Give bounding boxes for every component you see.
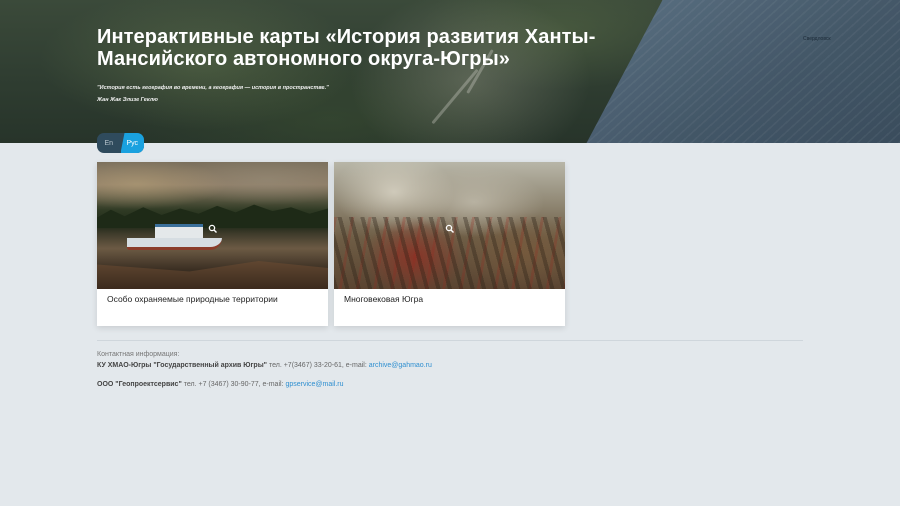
language-switch: En Рус bbox=[97, 133, 144, 153]
card-title[interactable]: Многовековая Югра bbox=[344, 294, 423, 304]
sky-decoration bbox=[97, 162, 328, 210]
card-image-lake[interactable] bbox=[97, 162, 328, 289]
map-overlay bbox=[566, 0, 900, 143]
epigraph-quote: "История есть география во времени, а ге… bbox=[97, 85, 329, 91]
email-link[interactable]: gpservice@mail.ru bbox=[285, 381, 343, 388]
magnifier-icon[interactable] bbox=[208, 221, 218, 233]
contact-org: КУ ХМАО-Югры "Государственный архив Югры… bbox=[97, 362, 267, 369]
contact-archive: КУ ХМАО-Югры "Государственный архив Югры… bbox=[97, 362, 432, 369]
page-title: Интерактивные карты «История развития Ха… bbox=[97, 26, 596, 70]
footer-divider bbox=[97, 340, 803, 341]
map-city-label: Свердловск bbox=[803, 36, 831, 42]
language-option-en[interactable]: En bbox=[97, 133, 121, 153]
contact-details: тел. +7 (3467) 30-90-77, e-mail: bbox=[181, 381, 286, 388]
card-title[interactable]: Особо охраняемые природные территории bbox=[107, 294, 278, 304]
map-card-protected-areas[interactable]: Особо охраняемые природные территории bbox=[97, 162, 328, 326]
contact-org: ООО "Геопроектсервис" bbox=[97, 381, 182, 388]
river-decoration bbox=[431, 68, 479, 125]
card-image-battle[interactable] bbox=[334, 162, 565, 289]
contact-details: тел. +7(3467) 33-20-61, e-mail: bbox=[267, 362, 369, 369]
magnifier-icon[interactable] bbox=[445, 221, 455, 233]
map-card-ancient-yugra[interactable]: Многовековая Югра bbox=[334, 162, 565, 326]
epigraph-author: Жан Жак Элизе Геклю bbox=[97, 97, 158, 103]
contact-heading: Контактная информация: bbox=[97, 351, 180, 358]
contact-geoproject: ООО "Геопроектсервис" тел. +7 (3467) 30-… bbox=[97, 381, 344, 388]
shore-decoration bbox=[97, 261, 328, 289]
email-link[interactable]: archive@gahmao.ru bbox=[369, 362, 432, 369]
language-option-ru[interactable]: Рус bbox=[120, 133, 144, 153]
hero-banner: Свердловск Интерактивные карты «История … bbox=[0, 0, 900, 143]
